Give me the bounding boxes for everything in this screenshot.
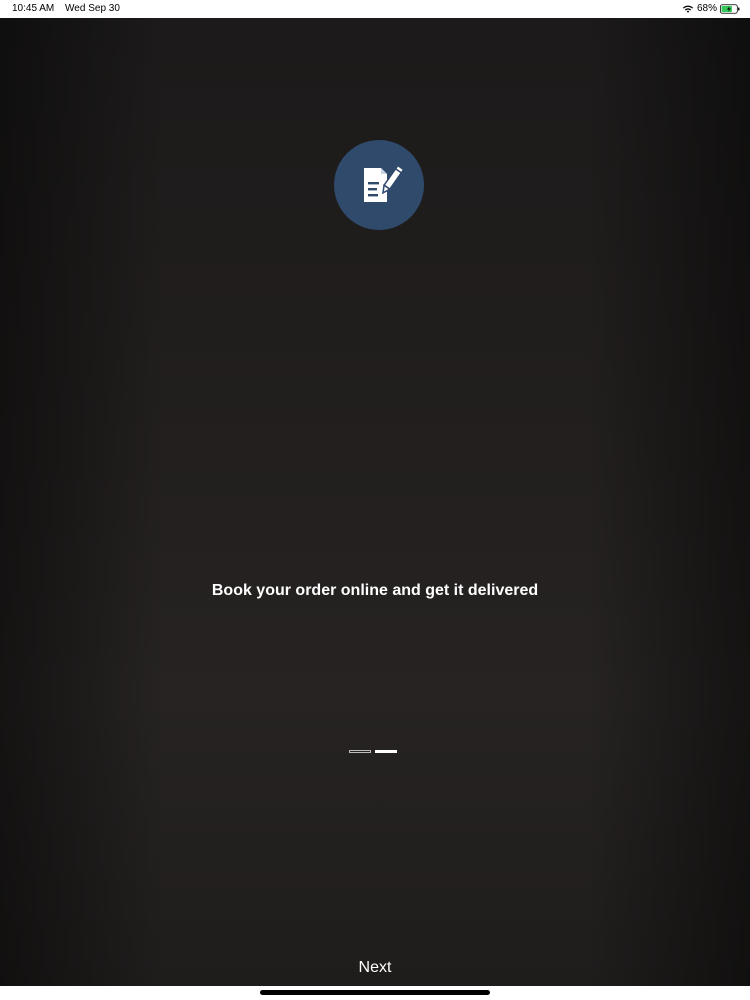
status-left: 10:45 AM Wed Sep 30: [12, 0, 128, 18]
next-button[interactable]: Next: [325, 954, 425, 982]
onboarding-screen: 10:45 AM Wed Sep 30 68% Book your order …: [0, 0, 750, 1000]
logo-badge: [334, 140, 424, 230]
onboarding-headline: Book your order online and get it delive…: [211, 582, 539, 599]
page-indicator: [349, 750, 401, 753]
page-indicator-dot-2-active[interactable]: [375, 750, 397, 753]
edit-document-icon: [364, 164, 404, 202]
onboarding-content: Book your order online and get it delive…: [0, 18, 750, 986]
status-bar: 10:45 AM Wed Sep 30 68%: [0, 0, 750, 18]
wifi-icon: [682, 5, 694, 13]
status-right: 68%: [682, 0, 740, 18]
status-time: 10:45 AM: [12, 3, 55, 14]
status-date: Wed Sep 30: [65, 3, 120, 14]
battery-percent: 68%: [696, 3, 717, 14]
battery-charging-icon: [720, 4, 740, 14]
home-indicator-bar: [0, 986, 750, 1000]
home-indicator[interactable]: [260, 990, 490, 995]
page-indicator-dot-1[interactable]: [349, 750, 371, 753]
